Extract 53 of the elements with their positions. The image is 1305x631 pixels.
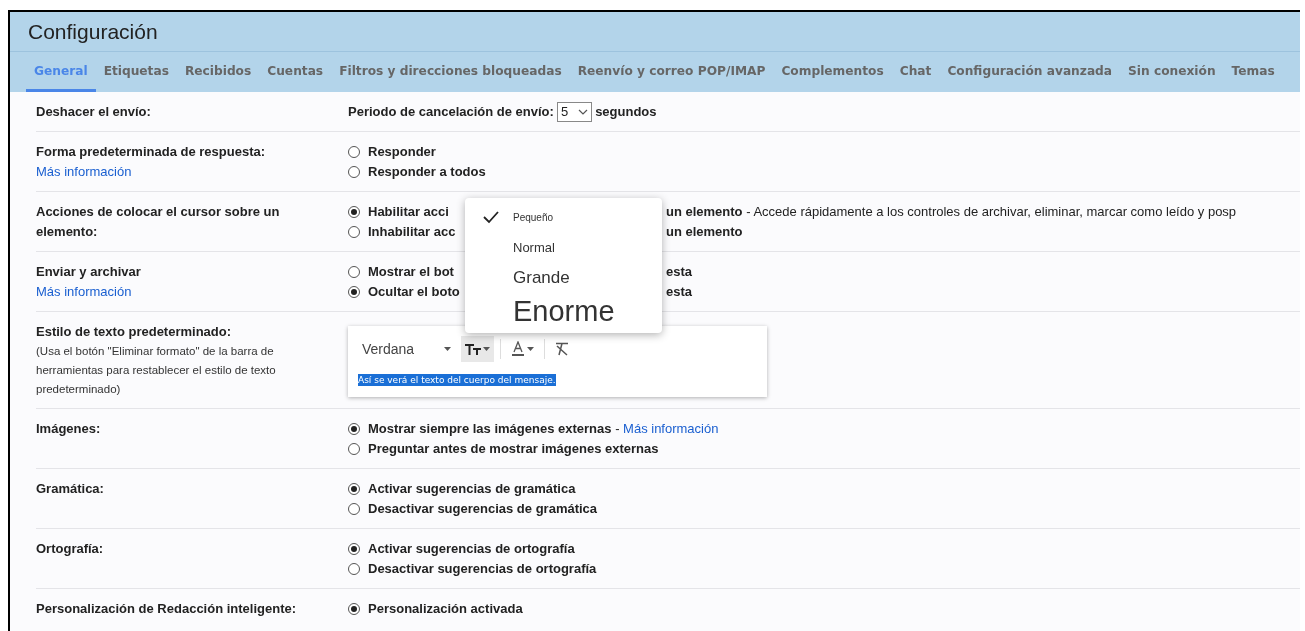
menu-item[interactable]: Pequeño — [465, 202, 662, 232]
settings-tab[interactable]: Configuración avanzada — [939, 52, 1121, 92]
more-info-link[interactable]: Más información — [36, 284, 132, 299]
option-text: Habilitar acci — [368, 204, 449, 219]
option-text: un elemento — [666, 203, 743, 221]
more-info-link[interactable]: Más información — [623, 419, 719, 439]
font-dropdown[interactable]: Verdana — [358, 341, 456, 357]
setting-label: Enviar y archivar — [36, 263, 142, 281]
settings-tab[interactable]: Recibidos — [176, 52, 260, 92]
settings-tab[interactable]: Cuentas — [259, 52, 332, 92]
option-text: - — [614, 420, 621, 438]
settings-tab[interactable]: Reenvío y correo POP/IMAP — [569, 52, 774, 92]
settings-tab[interactable]: Sin conexión — [1120, 52, 1224, 92]
settings-tab[interactable]: Etiquetas — [95, 52, 177, 92]
settings-tab[interactable]: Chat — [891, 52, 940, 92]
more-info-link[interactable]: Más información — [36, 164, 132, 179]
setting-note: (Usa el botón "Eliminar formato" de la barra de herramientas para restablecer el estilo de texto predeterminado) — [36, 344, 277, 397]
setting-text: Periodo de cancelación de envío: — [348, 103, 554, 121]
setting-label: Ortografía: — [36, 540, 105, 558]
setting-label: Imágenes: — [36, 420, 102, 438]
option-text: esta — [666, 263, 693, 281]
option-text: Inhabilitar acc — [368, 224, 456, 239]
setting-label: Estilo de texto predeterminado: — [36, 323, 233, 341]
option-text: Mostrar siempre las imágenes externas — [368, 420, 612, 438]
option-text: Desactivar sugerencias de gramática — [368, 500, 598, 518]
settings-tab[interactable]: Complementos — [773, 52, 892, 92]
setting-text: segundos — [595, 103, 657, 121]
menu-item[interactable]: Normal — [465, 232, 662, 263]
settings-tab[interactable]: Filtros y direcciones bloqueadas — [331, 52, 570, 92]
setting-label: Personalización de Redacción inteligente: — [36, 600, 298, 618]
settings-tab[interactable]: Temas — [1223, 52, 1283, 92]
option-text: esta — [666, 283, 693, 301]
menu-item[interactable]: Enorme — [465, 293, 662, 329]
option-text: Desactivar sugerencias de ortografía — [368, 560, 597, 578]
option-text: Ocultar el boto — [368, 284, 460, 299]
sample-text: Así se verá el texto del cuerpo del mensaje. — [358, 374, 556, 386]
option-text: - Accede rápidamente a los controles de archivar, eliminar, marcar como leído y posp — [745, 203, 1237, 221]
option-text: Activar sugerencias de gramática — [368, 480, 576, 498]
setting-label: Forma predeterminada de respuesta: — [36, 143, 267, 161]
option-text: Preguntar antes de mostrar imágenes externas — [368, 440, 659, 458]
option-text: Responder — [368, 143, 436, 161]
option-text: Mostrar el bot — [368, 264, 454, 279]
setting-label: Deshacer el envío: — [36, 103, 152, 121]
seconds-dropdown[interactable]: 5 — [556, 102, 593, 122]
option-text: Activar sugerencias de ortografía — [368, 540, 575, 558]
option-text: un elemento — [666, 223, 743, 241]
settings-tab[interactable]: General — [26, 52, 96, 92]
option-text: Personalización activada — [368, 600, 523, 618]
menu-item[interactable]: Grande — [465, 263, 662, 293]
setting-label: Gramática: — [36, 480, 105, 498]
setting-label: Acciones de colocar el cursor sobre un elemento: — [36, 203, 281, 241]
page-title: Configuración — [10, 12, 1300, 52]
option-text: Responder a todos — [368, 163, 486, 181]
